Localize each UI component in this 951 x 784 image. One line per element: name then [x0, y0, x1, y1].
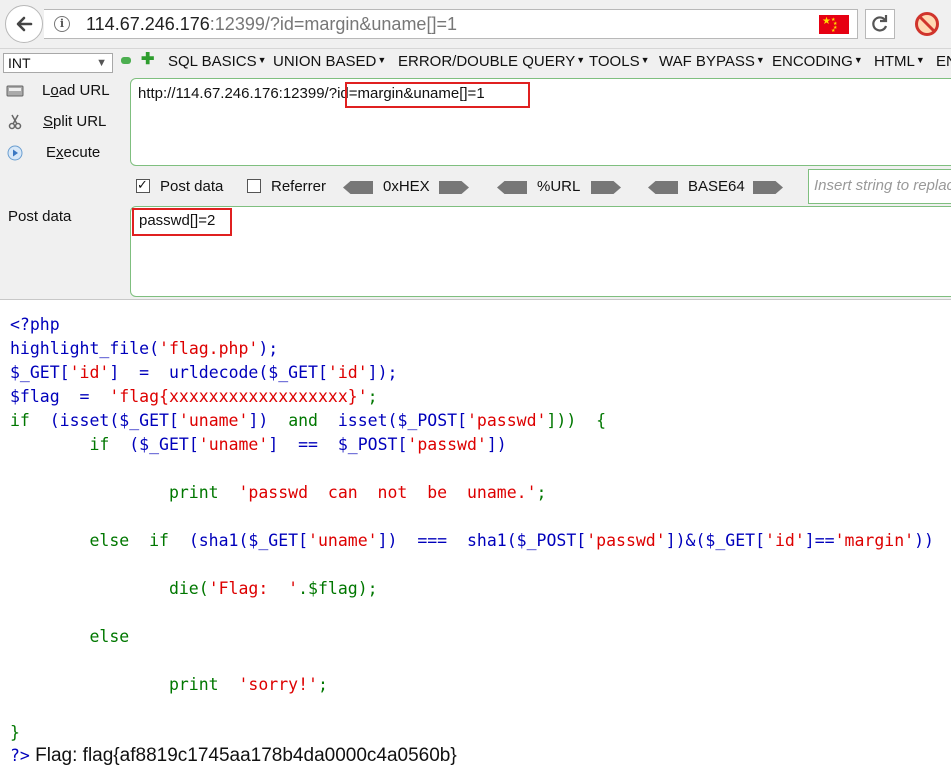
url-textarea[interactable]: http://114.67.246.176:12399/?id=margin&u…	[130, 78, 951, 166]
address-bar[interactable]: i 114.67.246.176:12399/?id=margin&uname[…	[44, 9, 858, 39]
post-data-checkbox[interactable]: Post data	[136, 177, 236, 199]
menu-error-double-query[interactable]: ERROR/DOUBLE QUERY▼	[398, 53, 585, 70]
block-icon	[918, 15, 936, 33]
menu-more[interactable]: EN	[936, 53, 951, 70]
china-flag-icon: ★ ★ ★ ★ ★	[819, 15, 849, 34]
play-icon	[7, 145, 23, 161]
scissors-icon	[8, 114, 22, 130]
url-encoding: %URL	[497, 177, 627, 199]
insert-string-input[interactable]: Insert string to replace	[808, 169, 951, 204]
hex-encode-arrow-icon[interactable]	[439, 181, 469, 194]
back-button[interactable]	[5, 5, 43, 43]
plus-icon[interactable]: ✚	[141, 52, 154, 68]
chevron-down-icon: ▼	[96, 57, 107, 69]
post-data-checkbox-box[interactable]	[136, 177, 150, 193]
hex-decode-arrow-icon[interactable]	[343, 181, 373, 194]
url-query-highlight	[345, 82, 530, 108]
menu-encoding[interactable]: ENCODING▼	[772, 53, 863, 70]
base64-encoding: BASE64	[648, 177, 788, 199]
menu-waf-bypass[interactable]: WAF BYPASS▼	[659, 53, 765, 70]
execute-button[interactable]: Execute	[6, 142, 121, 164]
info-icon[interactable]: i	[54, 16, 70, 32]
injection-type-select[interactable]: INT ▼	[3, 53, 113, 73]
minus-icon[interactable]	[121, 57, 131, 64]
address-url[interactable]: 114.67.246.176:12399/?id=margin&uname[]=…	[86, 14, 457, 35]
hackbar-panel: INT ▼ ✚ SQL BASICS▼ UNION BASED▼ ERROR/DO…	[0, 49, 951, 300]
php-source-code: <?php highlight_file('flag.php'); $_GET[…	[10, 315, 934, 742]
reload-button[interactable]	[865, 9, 895, 39]
url-encode-arrow-icon[interactable]	[591, 181, 621, 194]
load-url-icon	[6, 85, 24, 97]
flag-output: ?> Flag: flag{af8819c1745aa178b4da0000c4…	[10, 745, 457, 766]
menu-tools[interactable]: TOOLS▼	[589, 53, 650, 70]
menu-sql-basics[interactable]: SQL BASICS▼	[168, 53, 267, 70]
browser-toolbar: i 114.67.246.176:12399/?id=margin&uname[…	[0, 0, 951, 49]
reload-icon	[872, 15, 888, 32]
post-data-textarea[interactable]: passwd[]=2	[130, 206, 951, 297]
hex-encoding: 0xHEX	[343, 177, 473, 199]
extension-icon[interactable]	[915, 12, 939, 36]
referrer-checkbox[interactable]: Referrer	[247, 177, 337, 199]
split-url-button[interactable]: Split URL	[6, 111, 121, 133]
menu-html[interactable]: HTML▼	[874, 53, 925, 70]
base64-decode-arrow-icon[interactable]	[648, 181, 678, 194]
base64-encode-arrow-icon[interactable]	[753, 181, 783, 194]
load-url-button[interactable]: Load URL	[6, 80, 121, 102]
referrer-checkbox-box[interactable]	[247, 179, 261, 193]
menu-union-based[interactable]: UNION BASED▼	[273, 53, 386, 70]
post-data-highlight	[132, 208, 232, 236]
post-data-label: Post data	[8, 208, 72, 225]
url-decode-arrow-icon[interactable]	[497, 181, 527, 194]
back-arrow-icon	[16, 16, 33, 32]
